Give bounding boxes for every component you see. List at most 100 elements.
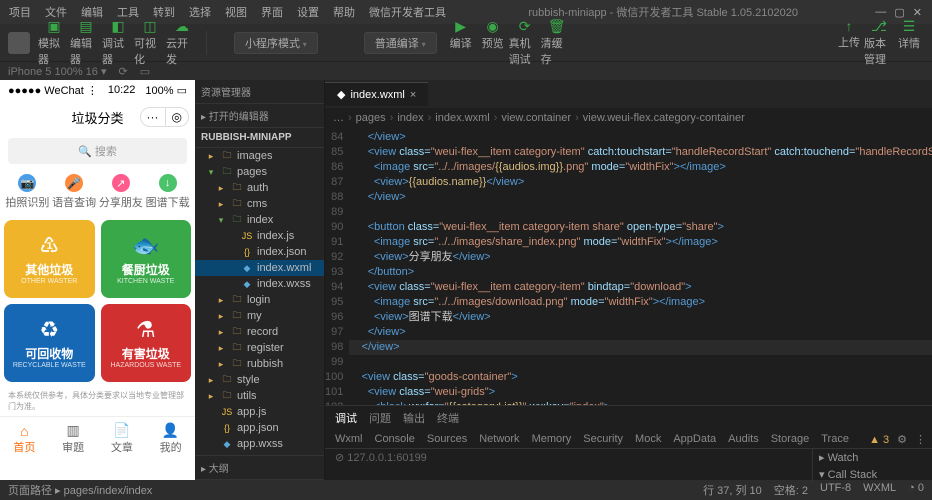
outline-section[interactable]: ▸ 大纲	[195, 455, 324, 480]
tree-cms[interactable]: ▸🗀cms	[195, 196, 324, 212]
tree-login[interactable]: ▸🗀login	[195, 292, 324, 308]
tree-pages[interactable]: ▾🗀pages	[195, 164, 324, 180]
toolbar-详情[interactable]: ☰详情	[894, 18, 924, 67]
tree-index.json[interactable]: {}index.json	[195, 244, 324, 260]
status-item[interactable]: 行 37, 列 10	[703, 482, 762, 498]
tree-style[interactable]: ▸🗀style	[195, 372, 324, 388]
toolbar-编译[interactable]: ▶编译	[445, 18, 477, 67]
toolbar-预览[interactable]: ◉预览	[477, 18, 509, 67]
rotate-icon[interactable]: ⟳	[118, 65, 127, 78]
card-KITCHEN WASTE[interactable]: 🐟餐厨垃圾KITCHEN WASTE	[101, 220, 192, 298]
menu-item[interactable]: 设置	[292, 2, 324, 22]
devtab-输出[interactable]: 输出	[403, 410, 425, 426]
tree-app.json[interactable]: {}app.json	[195, 420, 324, 436]
watch-section[interactable]: ▾ Call Stack	[813, 466, 932, 483]
status-item[interactable]: WXML	[863, 482, 896, 498]
crumb[interactable]: index	[397, 112, 423, 124]
devsub-Wxml[interactable]: Wxml	[335, 433, 363, 445]
minimize-icon[interactable]: —	[875, 6, 886, 19]
devsub-Security[interactable]: Security	[583, 433, 623, 445]
crumb[interactable]: …	[333, 112, 344, 124]
tree-app.wxss[interactable]: ◆app.wxss	[195, 436, 324, 452]
devsub-Mock[interactable]: Mock	[635, 433, 661, 445]
action-语音查询[interactable]: 🎤语音查询	[51, 174, 98, 210]
tree-my[interactable]: ▸🗀my	[195, 308, 324, 324]
editor-tab[interactable]: ◆ index.wxml ×	[325, 82, 428, 106]
tab-首页[interactable]: ⌂首页	[0, 417, 49, 460]
crumb[interactable]: view.weui-flex.category-container	[583, 112, 745, 124]
crumb[interactable]: view.container	[501, 112, 571, 124]
tree-index.wxss[interactable]: ◆index.wxss	[195, 276, 324, 292]
tree-index.wxml[interactable]: ◆index.wxml	[195, 260, 324, 276]
tree-index.js[interactable]: JSindex.js	[195, 228, 324, 244]
action-图谱下载[interactable]: ↓图谱下载	[144, 174, 191, 210]
menu-item[interactable]: 界面	[256, 2, 288, 22]
close-icon[interactable]: ×	[410, 89, 416, 101]
toolbar-云开发[interactable]: ☁云开发	[166, 18, 198, 67]
toolbar-上传[interactable]: ↑上传	[834, 18, 864, 67]
devsub-Storage[interactable]: Storage	[771, 433, 810, 445]
tab-我的[interactable]: 👤我的	[146, 417, 195, 460]
devsub-Sources[interactable]: Sources	[427, 433, 467, 445]
mode-select[interactable]: 小程序模式 ▾	[234, 32, 318, 54]
card-RECYCLABLE WASTE[interactable]: ♻可回收物RECYCLABLE WASTE	[4, 304, 95, 382]
tree-utils[interactable]: ▸🗀utils	[195, 388, 324, 404]
status-left: ●●●●● WeChat ⋮	[8, 84, 98, 97]
tree-auth[interactable]: ▸🗀auth	[195, 180, 324, 196]
action-拍照识别[interactable]: 📷拍照识别	[4, 174, 51, 210]
open-editors-section[interactable]: ▸ 打开的编辑器	[195, 104, 324, 128]
devsub-Network[interactable]: Network	[479, 433, 519, 445]
crumb[interactable]: index.wxml	[435, 112, 489, 124]
card-HAZARDOUS WASTE[interactable]: ⚗有害垃圾HAZARDOUS WASTE	[101, 304, 192, 382]
devtab-问题[interactable]: 问题	[369, 410, 391, 426]
avatar[interactable]	[8, 32, 30, 54]
tree-register[interactable]: ▸🗀register	[195, 340, 324, 356]
maximize-icon[interactable]: ▢	[894, 6, 904, 19]
menu-item[interactable]: 视图	[220, 2, 252, 22]
status-left[interactable]: 页面路径 ▸ pages/index/index	[8, 482, 152, 498]
tab-文章[interactable]: 📄文章	[98, 417, 147, 460]
toolbar-版本管理[interactable]: ⎇版本管理	[864, 18, 894, 67]
devsub-AppData[interactable]: AppData	[673, 433, 716, 445]
crumb[interactable]: pages	[356, 112, 386, 124]
toolbar-编辑器[interactable]: ▤编辑器	[70, 18, 102, 67]
device-icon[interactable]: ▭	[140, 65, 150, 78]
warning-count[interactable]: ▲ 3	[869, 434, 889, 446]
devtab-终端[interactable]: 终端	[437, 410, 459, 426]
devsub-Console[interactable]: Console	[375, 433, 415, 445]
menu-item[interactable]: 微信开发者工具	[364, 2, 451, 22]
tree-record[interactable]: ▸🗀record	[195, 324, 324, 340]
status-item[interactable]: 空格: 2	[774, 482, 808, 498]
search-input[interactable]: 🔍 搜索	[8, 138, 187, 164]
status-item[interactable]: ◔ 0	[908, 482, 924, 498]
capsule[interactable]: ···◎	[140, 107, 189, 127]
toolbar-调试器[interactable]: ◧调试器	[102, 18, 134, 67]
toolbar-真机调试[interactable]: ⟳真机调试	[509, 18, 541, 67]
devsub-Memory[interactable]: Memory	[532, 433, 572, 445]
menu-item[interactable]: 项目	[4, 2, 36, 22]
toolbar-清缓存[interactable]: 🗑清缓存	[541, 18, 573, 67]
toolbar-可视化[interactable]: ◫可视化	[134, 18, 166, 67]
devtab-调试[interactable]: 调试	[335, 410, 357, 426]
gear-icon[interactable]: ⚙	[897, 433, 907, 446]
tree-app.js[interactable]: JSapp.js	[195, 404, 324, 420]
watch-section[interactable]: ▸ Watch	[813, 449, 932, 466]
breadcrumb[interactable]: …›pages›index›index.wxml›view.container›…	[325, 108, 932, 128]
close-icon[interactable]: ✕	[913, 6, 922, 19]
tree-images[interactable]: ▸🗀images	[195, 148, 324, 164]
devsub-Trace[interactable]: Trace	[821, 433, 849, 445]
compile-select[interactable]: 普通编译 ▾	[364, 32, 437, 54]
toolbar-模拟器[interactable]: ▣模拟器	[38, 18, 70, 67]
device-select[interactable]: iPhone 5 100% 16 ▾	[8, 65, 106, 78]
menu-item[interactable]: 帮助	[328, 2, 360, 22]
tree-rubbish[interactable]: ▸🗀rubbish	[195, 356, 324, 372]
status-item[interactable]: UTF-8	[820, 482, 851, 498]
devsub-Audits[interactable]: Audits	[728, 433, 759, 445]
code-area[interactable]: 8485868788899091929394959697989910010110…	[325, 128, 932, 405]
card-OTHER WASTER[interactable]: ♳其他垃圾OTHER WASTER	[4, 220, 95, 298]
action-分享朋友[interactable]: ↗分享朋友	[98, 174, 145, 210]
project-root[interactable]: RUBBISH-MINIAPP	[195, 128, 324, 148]
more-icon[interactable]: ⋮	[915, 433, 926, 446]
tree-index[interactable]: ▾🗀index	[195, 212, 324, 228]
tab-审题[interactable]: ▥审题	[49, 417, 98, 460]
